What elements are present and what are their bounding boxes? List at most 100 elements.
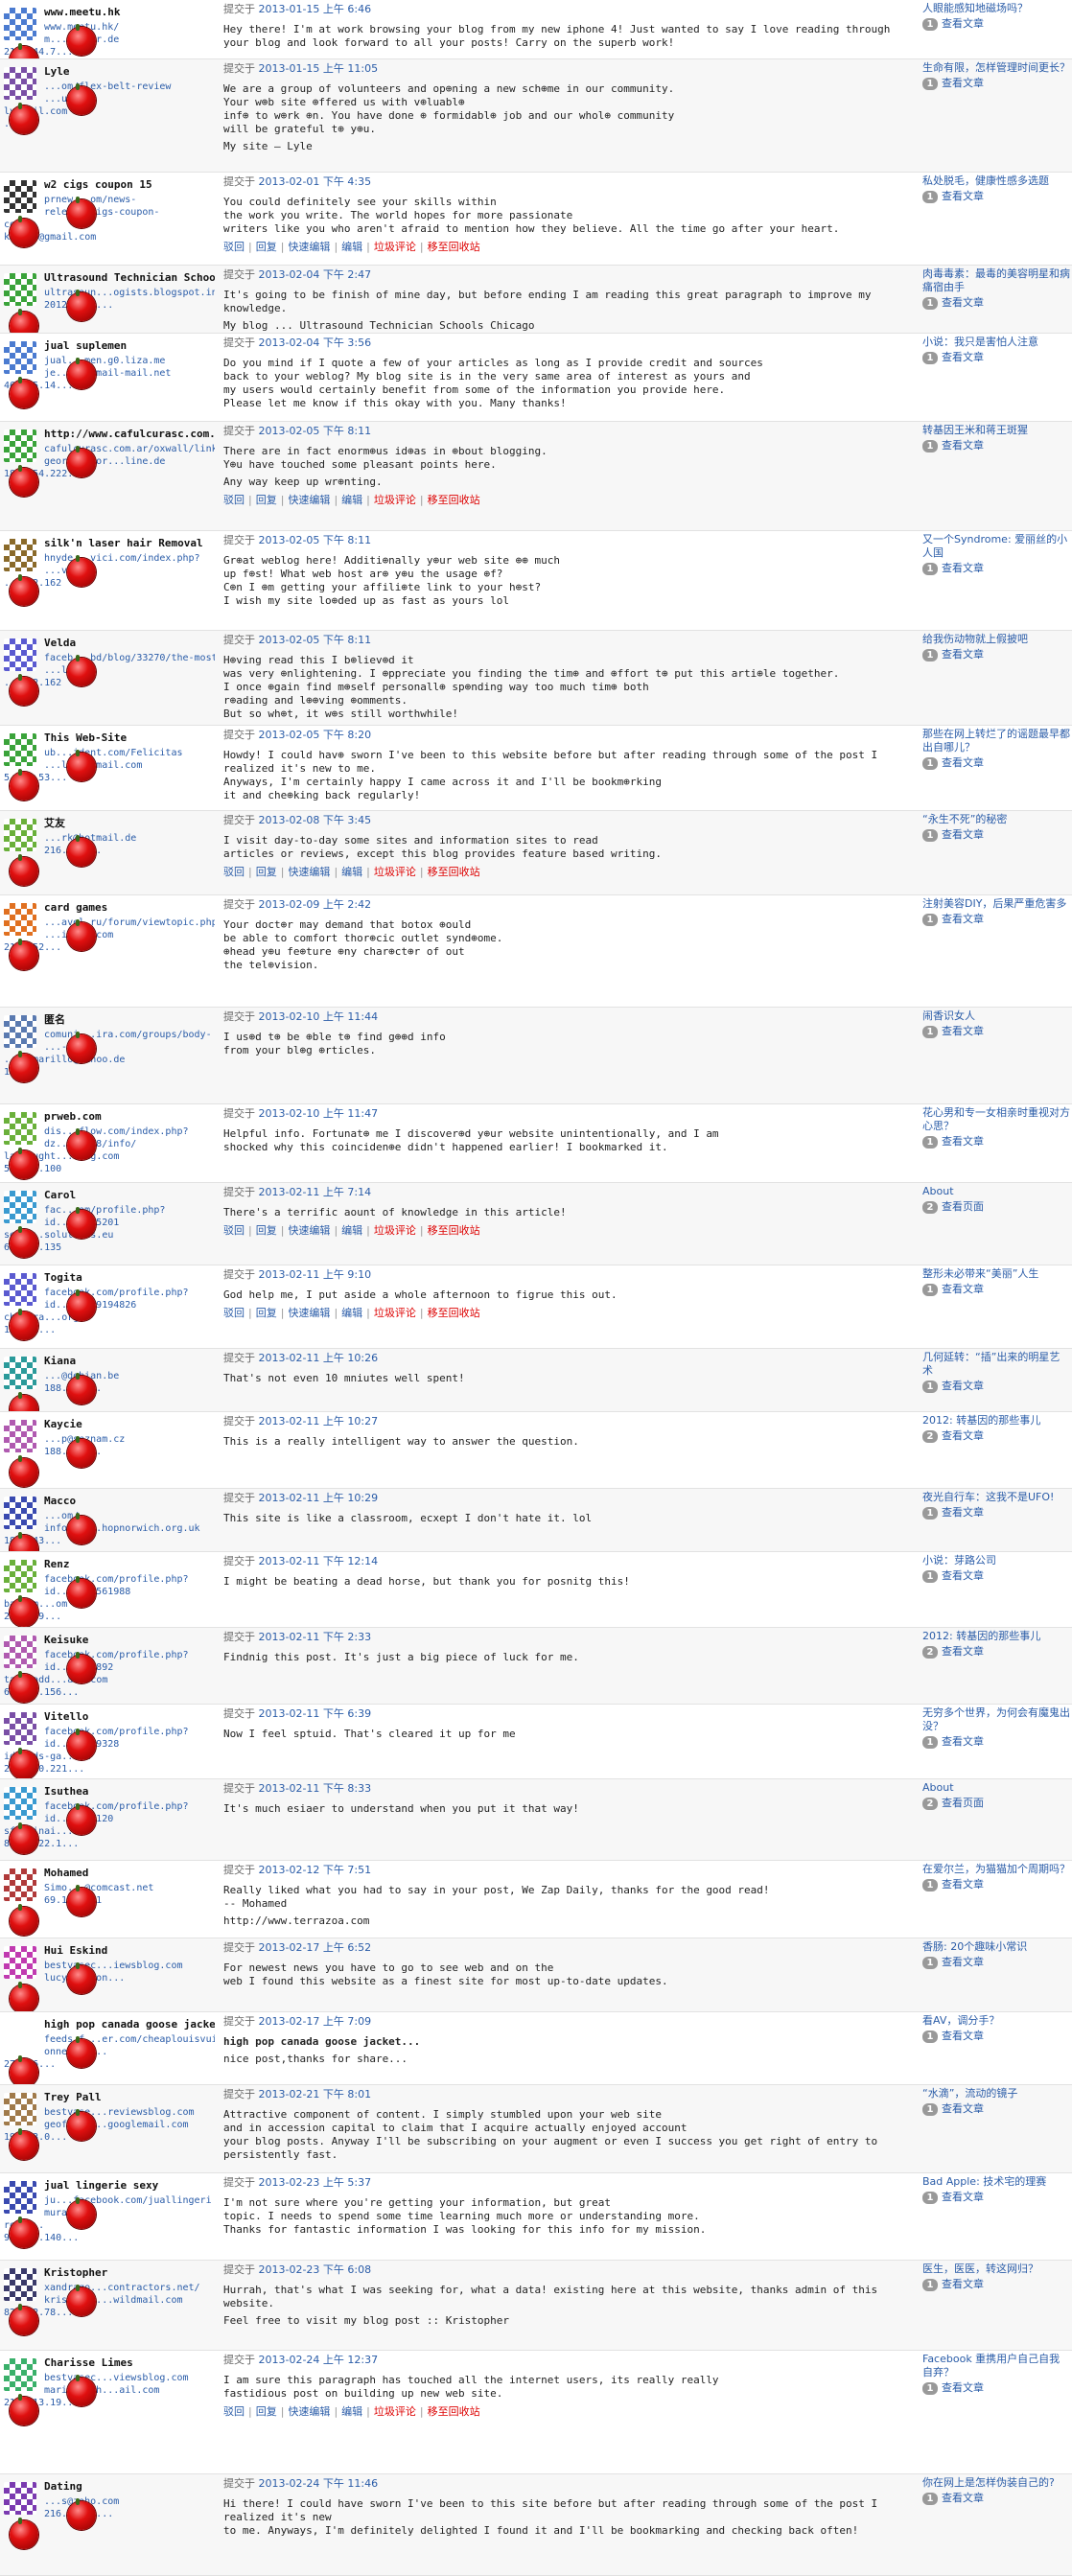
author-meta-line[interactable]: geoffrey...googlemail.com bbox=[4, 2119, 215, 2131]
post-title-link[interactable]: 闹香识女人 bbox=[922, 1010, 1070, 1023]
author-name[interactable]: Ultrasound Technician Schools Chicago bbox=[44, 271, 215, 285]
author-meta-line[interactable]: ...llon@gmail.com bbox=[4, 759, 215, 772]
comment-count-badge[interactable]: 1 bbox=[922, 1570, 938, 1583]
post-title-link[interactable]: “永生不死”的秘密 bbox=[922, 813, 1070, 826]
author-meta-line[interactable]: hnyde...vici.com/index.php? bbox=[4, 552, 215, 565]
author-name[interactable]: 匿名 bbox=[44, 1013, 215, 1027]
view-post-link[interactable]: 查看页面 bbox=[942, 1797, 984, 1809]
author-meta-line[interactable]: ...unt bbox=[4, 93, 215, 105]
comment-date-link[interactable]: 2013-02-01 下午 4:35 bbox=[259, 175, 372, 188]
comment-date-link[interactable]: 2013-02-09 上午 2:42 bbox=[259, 898, 372, 911]
comment-count-badge[interactable]: 1 bbox=[922, 1957, 938, 1969]
comment-date-link[interactable]: 2013-02-24 上午 12:37 bbox=[259, 2354, 379, 2366]
edit-link[interactable]: 编辑 bbox=[341, 241, 362, 253]
quick-edit-link[interactable]: 快速编辑 bbox=[288, 241, 330, 253]
comment-count-badge[interactable]: 1 bbox=[922, 2493, 938, 2505]
author-meta-line[interactable]: 69.1...101 bbox=[4, 1894, 215, 1907]
comment-date-link[interactable]: 2013-02-05 下午 8:11 bbox=[259, 534, 372, 546]
quick-edit-link[interactable]: 快速编辑 bbox=[288, 866, 330, 878]
post-title-link[interactable]: 无穷多个世界，为何会有魔鬼出没？ bbox=[922, 1706, 1070, 1733]
author-name[interactable]: Togita bbox=[44, 1271, 215, 1285]
comment-date-link[interactable]: 2013-02-11 上午 10:26 bbox=[259, 1352, 379, 1364]
quick-edit-link[interactable]: 快速编辑 bbox=[288, 1224, 330, 1237]
comment-count-badge[interactable]: 1 bbox=[922, 1026, 938, 1038]
comment-count-badge[interactable]: 1 bbox=[922, 2192, 938, 2204]
author-meta-line[interactable]: ...om/ bbox=[4, 1510, 215, 1522]
post-title-link[interactable]: 2012: 转基因的那些事儿 bbox=[922, 1630, 1070, 1643]
post-title-link[interactable]: 给我伤动物就上假披吧 bbox=[922, 633, 1070, 646]
author-name[interactable]: 艾友 bbox=[44, 817, 215, 830]
view-post-link[interactable]: 查看文章 bbox=[942, 2030, 984, 2042]
reply-link[interactable]: 回复 bbox=[256, 2405, 277, 2418]
author-meta-line[interactable]: ...@debian.be bbox=[4, 1370, 215, 1382]
author-meta-line[interactable]: id...3408561988 bbox=[4, 1586, 215, 1598]
author-meta-line[interactable]: bestvasec...iewsblog.com bbox=[4, 1960, 215, 1972]
author-meta-line[interactable]: facebook.com/profile.php? bbox=[4, 1287, 215, 1299]
author-meta-line[interactable]: ...rk@hotmail.de bbox=[4, 832, 215, 845]
author-meta-line[interactable]: faceb...bd/blog/33270/the-most- bbox=[4, 652, 215, 664]
author-meta-line[interactable]: id...08985201 bbox=[4, 1217, 215, 1229]
comment-count-badge[interactable]: 1 bbox=[922, 1284, 938, 1296]
author-name[interactable]: jual lingerie sexy bbox=[44, 2179, 215, 2193]
comment-count-badge[interactable]: 1 bbox=[922, 2279, 938, 2291]
author-meta-line[interactable]: ju...facebook.com/juallingeri bbox=[4, 2194, 215, 2207]
comment-count-badge[interactable]: 1 bbox=[922, 1381, 938, 1393]
author-meta-line[interactable]: comuni...ira.com/groups/body- bbox=[4, 1029, 215, 1041]
spam-link[interactable]: 垃圾评论 bbox=[374, 494, 416, 506]
view-post-link[interactable]: 查看文章 bbox=[942, 1735, 984, 1748]
comment-date-link[interactable]: 2013-02-04 下午 3:56 bbox=[259, 337, 372, 349]
post-title-link[interactable]: “水滴”，流动的镜子 bbox=[922, 2087, 1070, 2100]
edit-link[interactable]: 编辑 bbox=[341, 1307, 362, 1319]
author-meta-line[interactable]: info@le...hopnorwich.org.uk bbox=[4, 1522, 215, 1535]
comment-date-link[interactable]: 2013-02-21 下午 8:01 bbox=[259, 2088, 372, 2100]
view-post-link[interactable]: 查看文章 bbox=[942, 1878, 984, 1891]
comment-date-link[interactable]: 2013-02-17 上午 6:52 bbox=[259, 1941, 372, 1954]
reject-link[interactable]: 驳回 bbox=[223, 2405, 245, 2418]
post-title-link[interactable]: 你在网上是怎样伪装自己的? bbox=[922, 2476, 1070, 2490]
comment-date-link[interactable]: 2013-02-11 下午 2:33 bbox=[259, 1631, 372, 1643]
view-post-link[interactable]: 查看文章 bbox=[942, 828, 984, 841]
spam-link[interactable]: 垃圾评论 bbox=[374, 1307, 416, 1319]
comment-count-badge[interactable]: 1 bbox=[922, 78, 938, 90]
author-meta-line[interactable]: cafulcurasc.com.ar/oxwall/link/14419 bbox=[4, 443, 215, 455]
trash-link[interactable]: 移至回收站 bbox=[428, 866, 480, 878]
view-post-link[interactable]: 查看文章 bbox=[942, 190, 984, 202]
author-name[interactable]: Velda bbox=[44, 637, 215, 650]
author-meta-line[interactable]: ...-fo... bbox=[4, 1041, 215, 1054]
post-title-link[interactable]: Bad Apple: 技术宅的理赛 bbox=[922, 2175, 1070, 2189]
author-name[interactable]: Hui Eskind bbox=[44, 1944, 215, 1958]
author-meta-line[interactable]: ...om/flex-belt-review bbox=[4, 81, 215, 93]
post-title-link[interactable]: 生命有限，怎样管理时间更长？ bbox=[922, 61, 1070, 75]
author-name[interactable]: Isuthea bbox=[44, 1785, 215, 1799]
view-post-link[interactable]: 查看文章 bbox=[942, 1506, 984, 1519]
post-title-link[interactable]: 那些在网上转烂了的谣题最早都出自哪儿？ bbox=[922, 728, 1070, 754]
post-title-link[interactable]: 在爱尔兰，为猫猫加个周期吗？ bbox=[922, 1863, 1070, 1876]
author-meta-line[interactable]: 188.143... bbox=[4, 1382, 215, 1395]
author-meta-line[interactable]: 188.143... bbox=[4, 1446, 215, 1458]
comment-date-link[interactable]: 2013-01-15 上午 11:05 bbox=[259, 62, 379, 75]
author-meta-line[interactable]: feeds.f...er.com/cheaplouisvuitt bbox=[4, 2033, 215, 2046]
author-meta-line[interactable]: ...l.com bbox=[4, 664, 215, 677]
author-meta-line[interactable]: ...p@seznam.cz bbox=[4, 1433, 215, 1446]
post-title-link[interactable]: 小说：芽路公司 bbox=[922, 1554, 1070, 1567]
reply-link[interactable]: 回复 bbox=[256, 866, 277, 878]
comment-count-badge[interactable]: 1 bbox=[922, 1136, 938, 1149]
author-meta-line[interactable]: id...03409194826 bbox=[4, 1299, 215, 1311]
comment-date-link[interactable]: 2013-02-05 下午 8:11 bbox=[259, 634, 372, 646]
author-name[interactable]: Dating bbox=[44, 2480, 215, 2494]
reject-link[interactable]: 驳回 bbox=[223, 1224, 245, 1237]
view-post-link[interactable]: 查看文章 bbox=[942, 1380, 984, 1392]
comment-date-link[interactable]: 2013-02-12 下午 7:51 bbox=[259, 1864, 372, 1876]
author-meta-line[interactable]: jual...men.g0.liza.me bbox=[4, 355, 215, 367]
author-meta-line[interactable]: ultrasoun...ogists.blogspot.in/ bbox=[4, 287, 215, 299]
comment-count-badge[interactable]: 1 bbox=[922, 352, 938, 364]
view-post-link[interactable]: 查看文章 bbox=[942, 296, 984, 309]
comment-count-badge[interactable]: 2 bbox=[922, 1201, 938, 1214]
author-meta-line[interactable]: ...s@zoho.com bbox=[4, 2495, 215, 2508]
author-meta-line[interactable]: fac...om/profile.php? bbox=[4, 1204, 215, 1217]
comment-date-link[interactable]: 2013-02-17 上午 7:09 bbox=[259, 2015, 372, 2028]
author-name[interactable]: prweb.com bbox=[44, 1110, 215, 1124]
author-meta-line[interactable]: mura... bbox=[4, 2207, 215, 2219]
author-name[interactable]: w2 cigs coupon 15 bbox=[44, 178, 215, 192]
comment-date-link[interactable]: 2013-02-04 下午 2:47 bbox=[259, 268, 372, 281]
